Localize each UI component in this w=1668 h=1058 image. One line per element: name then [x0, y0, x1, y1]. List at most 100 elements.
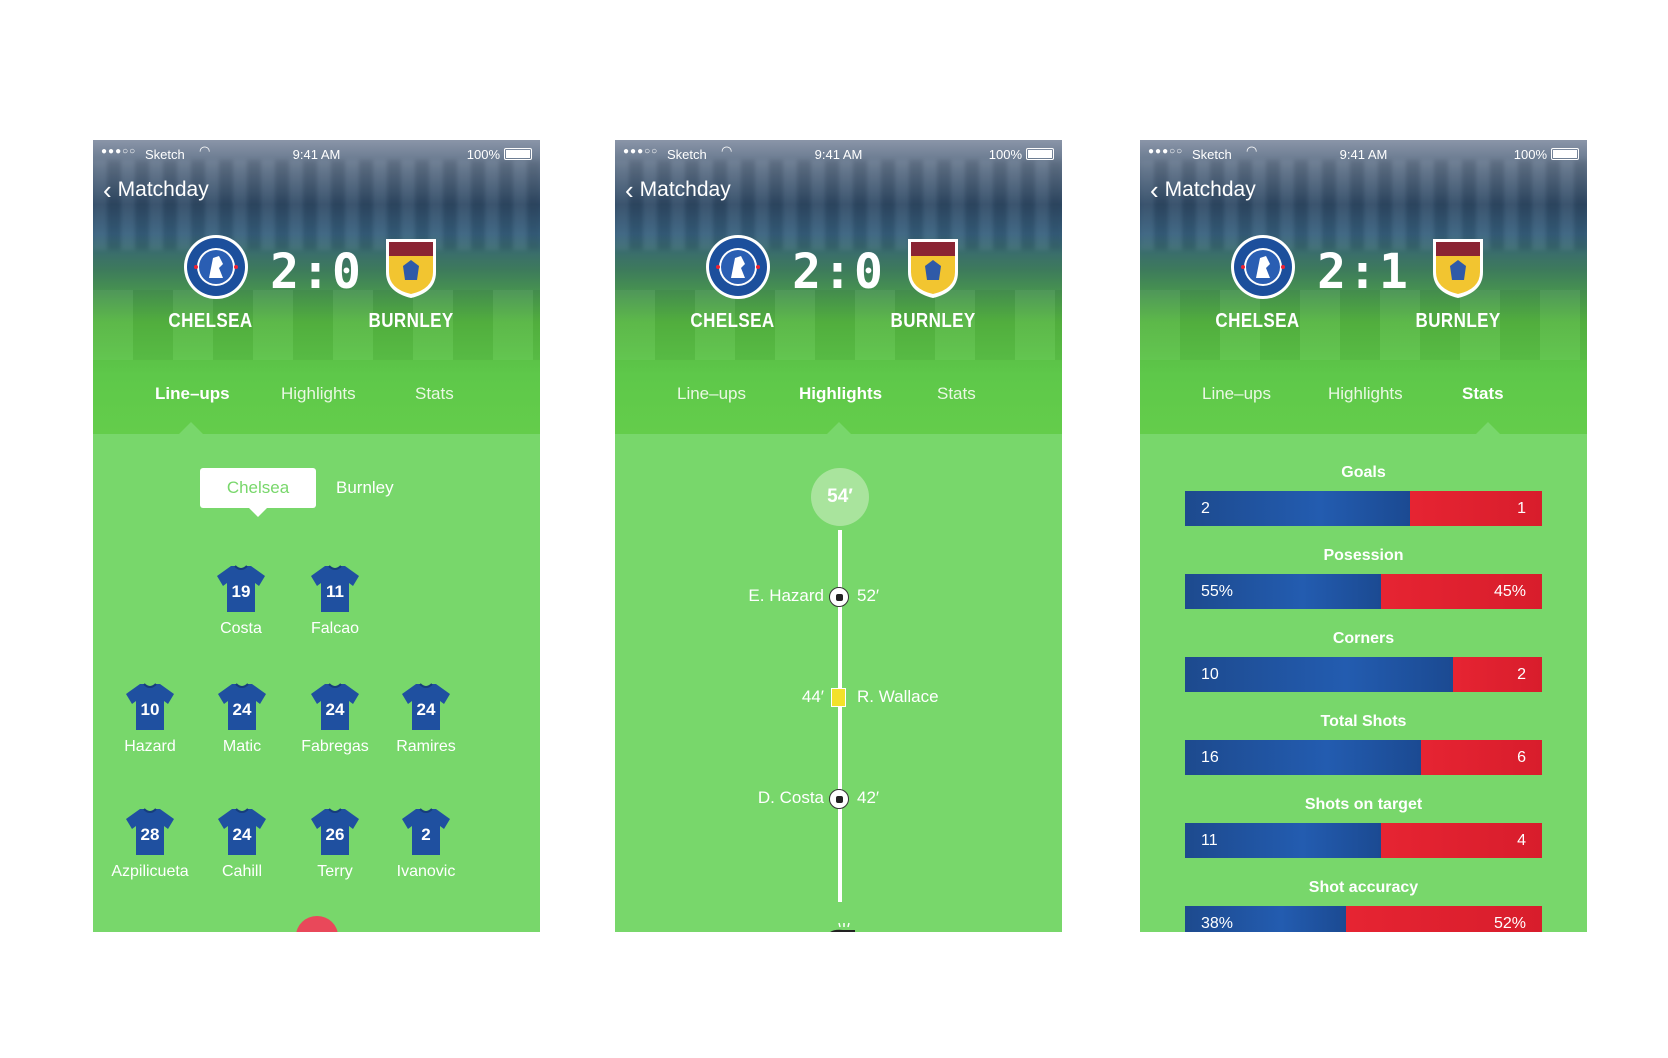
stat-home-fill [1185, 491, 1410, 526]
stat-home-value: 2 [1201, 500, 1210, 517]
jersey-number: 28 [141, 825, 160, 844]
stat-home-value: 38% [1201, 915, 1234, 932]
player-name: Hazard [124, 738, 176, 755]
battery-percent: 100% [1513, 147, 1547, 162]
home-team-name: CHELSEA [690, 310, 775, 332]
active-tab-indicator [827, 422, 851, 434]
stat-home-value: 11 [1201, 832, 1218, 849]
stat-away-value: 1 [1517, 500, 1526, 517]
tab-bar: Line–ups Highlights Stats [615, 384, 1062, 404]
player-5[interactable]: 24 Ramires [376, 682, 476, 756]
chevron-left-icon: ‹ [103, 175, 112, 205]
current-minute-badge: 54′ [811, 468, 869, 526]
stat-bar: 11 4 [1185, 823, 1542, 858]
back-button[interactable]: ‹ Matchday [103, 175, 209, 205]
segment-chelsea[interactable]: Chelsea [200, 468, 316, 508]
stat-away-value: 6 [1517, 749, 1526, 766]
jersey-icon: 28 [126, 808, 174, 855]
back-label: Matchday [117, 178, 209, 201]
active-tab-indicator [179, 422, 203, 434]
tab-stats[interactable]: Stats [937, 384, 976, 404]
jersey-number: 2 [421, 825, 430, 844]
jersey-icon: 24 [218, 808, 266, 855]
segment-pointer [248, 507, 268, 517]
player-name: Ramires [396, 738, 456, 755]
stats-content: Goals 2 1 Posession 55% 45% Corners 10 2 Total Sh… [1140, 434, 1587, 932]
player-name: Terry [317, 863, 353, 880]
tab-stats[interactable]: Stats [1462, 384, 1504, 404]
player-3[interactable]: 24 Matic [192, 682, 292, 756]
stat-bar: 10 2 [1185, 657, 1542, 692]
event-minute: 42′ [857, 788, 880, 807]
away-team-name: BURNLEY [368, 310, 454, 332]
burnley-crest-icon [386, 239, 436, 298]
battery-icon [1551, 148, 1579, 160]
goal-ball-icon [829, 789, 849, 809]
stat-home-fill [1185, 740, 1421, 775]
timeline-line [838, 530, 842, 902]
battery-percent: 100% [988, 147, 1022, 162]
highlights-content: 54′ E. Hazard 52′ 44′ R. Wallace D. Cost… [615, 434, 1062, 932]
jersey-number: 24 [417, 700, 436, 719]
player-6[interactable]: 28 Azpilicueta [100, 807, 200, 881]
player-name: Cahill [221, 863, 262, 880]
battery-percent: 100% [466, 147, 500, 162]
stadium-background [93, 160, 540, 250]
stat-bar: 16 6 [1185, 740, 1542, 775]
match-header: ●●●○○ Sketch ◠ 9:41 AM 100% ‹ Matchday 2… [615, 140, 1062, 434]
match-header: ●●●○○ Sketch ◠ 9:41 AM 100% ‹ Matchday 2… [1140, 140, 1587, 434]
tab-bar: Line–ups Highlights Stats [1140, 384, 1587, 404]
player-name: Costa [220, 620, 262, 637]
stat-bar: 55% 45% [1185, 574, 1542, 609]
player-8[interactable]: 26 Terry [285, 807, 385, 881]
jersey-number: 24 [233, 700, 252, 719]
jersey-icon: 24 [218, 683, 266, 730]
stats-screen: ●●●○○ Sketch ◠ 9:41 AM 100% ‹ Matchday 2… [1140, 140, 1587, 932]
jersey-number: 10 [141, 700, 160, 719]
score: 2:0 [270, 244, 363, 300]
battery-icon [1026, 148, 1054, 160]
tab-stats[interactable]: Stats [415, 384, 454, 404]
player-name: Azpilicueta [111, 863, 189, 880]
player-4[interactable]: 24 Fabregas [285, 682, 385, 756]
stat-away-fill [1453, 657, 1542, 692]
tab-lineups[interactable]: Line–ups [155, 384, 230, 404]
burnley-crest-icon [908, 239, 958, 298]
back-button[interactable]: ‹ Matchday [625, 177, 731, 203]
player-2[interactable]: 10 Hazard [100, 682, 200, 756]
jersey-icon: 24 [311, 683, 359, 730]
player-7[interactable]: 24 Cahill [192, 807, 292, 881]
battery-icon [504, 148, 532, 160]
stat-home-fill [1185, 657, 1453, 692]
stat-home-value: 55% [1201, 583, 1234, 600]
home-team-name: CHELSEA [168, 310, 253, 332]
event-player: D. Costa [757, 788, 824, 807]
score: 2:1 [1317, 244, 1410, 300]
tab-highlights[interactable]: Highlights [281, 384, 356, 404]
segment-burnley[interactable]: Burnley [336, 468, 436, 508]
stadium-background [615, 160, 1062, 250]
tab-bar: Line–ups Highlights Stats [93, 384, 540, 404]
back-button[interactable]: ‹ Matchday [1150, 175, 1256, 205]
stat-label: Corners [1332, 630, 1395, 647]
player-9[interactable]: 2 Ivanovic [376, 807, 476, 881]
stat-label: Shots on target [1304, 796, 1423, 813]
player-name: Matic [222, 738, 262, 755]
whistle-icon [830, 922, 855, 932]
jersey-icon: 26 [311, 808, 359, 855]
tab-lineups[interactable]: Line–ups [677, 384, 746, 404]
tab-highlights[interactable]: Highlights [1328, 384, 1403, 404]
match-header: ●●●○○ Sketch ◠ 9:41 AM 100% ‹ Matchday 2… [93, 140, 540, 434]
floating-action-button[interactable] [296, 916, 338, 932]
event-player: R. Wallace [857, 687, 939, 706]
tab-highlights[interactable]: Highlights [799, 384, 882, 404]
player-0[interactable]: 19 Costa [191, 564, 291, 638]
tab-lineups[interactable]: Line–ups [1202, 384, 1271, 404]
jersey-icon: 11 [311, 565, 359, 612]
player-1[interactable]: 11 Falcao [285, 564, 385, 638]
stat-away-value: 52% [1493, 915, 1526, 932]
home-team-name: CHELSEA [1215, 310, 1300, 332]
chevron-left-icon: ‹ [1150, 175, 1159, 205]
stat-label: Goals [1341, 464, 1386, 481]
lineups-content: Chelsea Burnley 19 Costa 11 Falcao 10 Hazard 2… [93, 434, 540, 932]
